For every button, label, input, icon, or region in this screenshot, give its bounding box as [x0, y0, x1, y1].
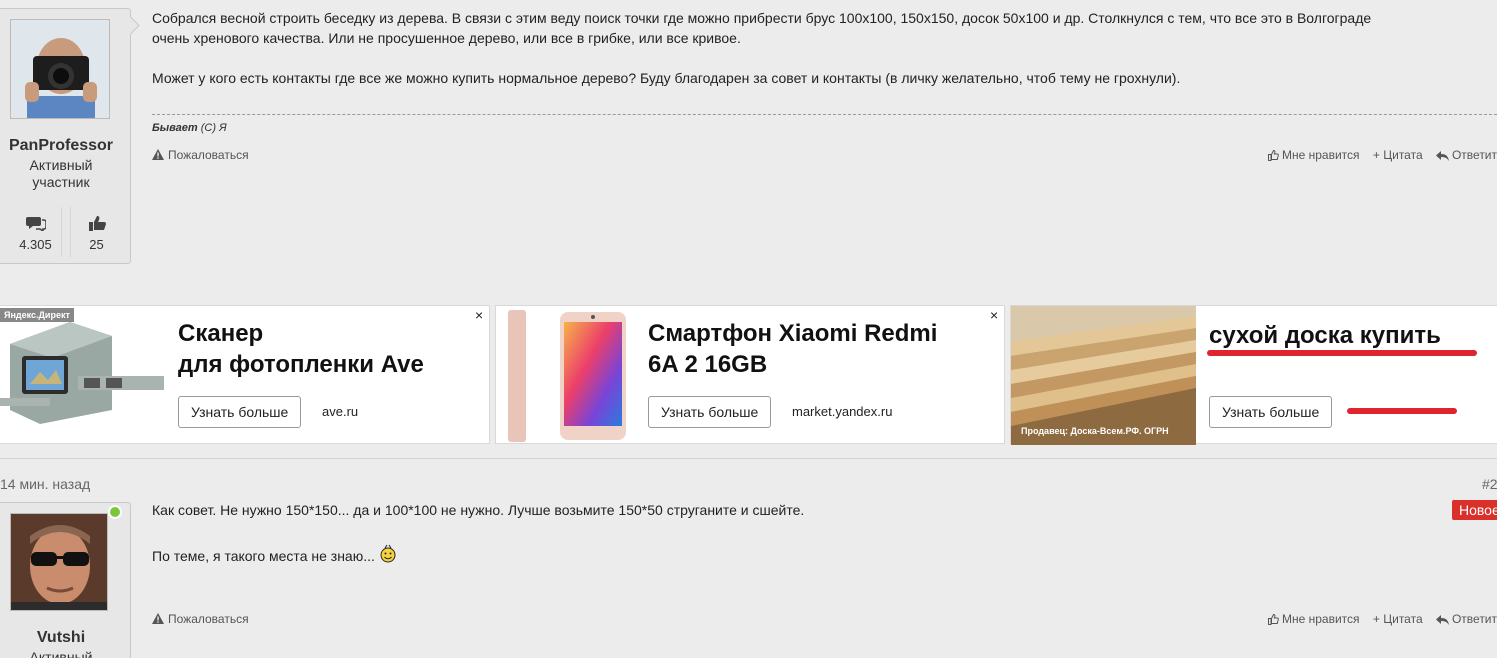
user-stats: 4.305 25: [0, 207, 122, 259]
report-label-2: Пожаловаться: [168, 612, 249, 626]
quote-button-2[interactable]: + Цитата: [1373, 612, 1423, 626]
likes-stat[interactable]: 25: [70, 207, 122, 257]
signature: Бывает (С) Я: [152, 122, 227, 134]
like-button[interactable]: Мне нравится: [1268, 148, 1360, 162]
online-status-icon: [108, 505, 122, 519]
reply-label: Ответить: [1451, 148, 1497, 162]
post-2-body: Как совет. Не нужно 150*150... да и 100*…: [152, 500, 804, 566]
ad-3-domain-redacted: [1347, 408, 1457, 414]
ad-3-seller: Продавец: Доска-Всем.РФ. ОГРН: [1021, 426, 1169, 436]
avatar[interactable]: [10, 19, 110, 119]
new-badge: Новое: [1452, 500, 1497, 520]
post-1-body: Собрался весной строить беседку из дерев…: [152, 8, 1371, 88]
user-info-panel-2: Vutshi Активный: [0, 502, 131, 658]
comments-icon: [26, 217, 46, 231]
post-2-text-line2: По теме, я такого места не знаю...: [152, 548, 375, 564]
like-label-2: Мне нравится: [1282, 612, 1360, 626]
post-2-text-line1: Как совет. Не нужно 150*150... да и 100*…: [152, 502, 805, 518]
quote-label-2: + Цитата: [1372, 612, 1423, 626]
ad-3-learn-more-button[interactable]: Узнать больше: [1209, 396, 1333, 428]
post-1: PanProfessor Активный участник 4.305 25: [0, 0, 1497, 280]
reply-icon: [1435, 151, 1449, 161]
report-link[interactable]: Пожаловаться: [152, 148, 249, 162]
avatar-photo-icon: [11, 20, 109, 118]
post-1-text-line3: Может у кого есть контакты где все же мо…: [152, 70, 1181, 86]
reply-label-2: Ответить: [1451, 612, 1497, 626]
signature-bold: Бывает: [152, 122, 198, 134]
ad-3[interactable]: Продавец: Доска-Всем.РФ. ОГРН сухой доск…: [1010, 305, 1497, 445]
ad-1-title-line2: для фотопленки Ave: [178, 351, 424, 378]
reply-button[interactable]: Ответить: [1435, 148, 1497, 162]
thumbs-up-icon: [89, 216, 106, 231]
reply-icon: [1435, 615, 1449, 625]
signature-rest: (С) Я: [197, 122, 227, 134]
ad-3-title-underline: [1207, 350, 1477, 356]
ad-1-title-line1: Сканер: [178, 320, 264, 347]
user-role: Активный участник: [0, 157, 122, 191]
yandex-direct-label: Яндекс.Директ: [0, 308, 74, 322]
post-2-number[interactable]: #2: [1482, 476, 1497, 492]
user-info-panel: PanProfessor Активный участник 4.305 25: [0, 8, 131, 264]
user-role-2: Активный: [29, 649, 93, 658]
quote-label: + Цитата: [1372, 148, 1423, 162]
messages-count: 4.305: [19, 237, 52, 252]
post-1-text-line2: очень хренового качества. Или не просуше…: [152, 30, 741, 46]
ad-1-close-icon[interactable]: ×: [475, 308, 483, 322]
reply-button-2[interactable]: Ответить: [1435, 612, 1497, 626]
signature-divider: [152, 114, 1497, 115]
post-2-actions: Мне нравится + Цитата Ответить: [1268, 612, 1497, 626]
like-button-2[interactable]: Мне нравится: [1268, 612, 1360, 626]
ad-1-domain[interactable]: ave.ru: [322, 404, 358, 419]
report-link-2[interactable]: Пожаловаться: [152, 612, 249, 626]
ad-1[interactable]: Яндекс.Директ Сканер для фотопленки Ave …: [0, 305, 490, 444]
smartphone-image: [508, 310, 626, 442]
ad-2-title-line2: 6A 2 16GB: [648, 351, 768, 378]
avatar-photo-icon: [11, 514, 107, 610]
ad-2-domain[interactable]: market.yandex.ru: [792, 404, 892, 419]
warning-icon: [152, 613, 164, 624]
post-1-actions: Мне нравится + Цитата Ответить: [1268, 148, 1497, 162]
thumbs-up-icon: [1268, 613, 1279, 625]
ad-3-title[interactable]: сухой доска купить: [1209, 320, 1441, 351]
ad-2[interactable]: Смартфон Xiaomi Redmi 6A 2 16GB Узнать б…: [495, 305, 1005, 444]
post-1-text-line1: Собрался весной строить беседку из дерев…: [152, 10, 1372, 26]
post-2-time[interactable]: 14 мин. назад: [0, 476, 90, 492]
username[interactable]: PanProfessor: [0, 137, 122, 155]
ad-2-title-line1: Смартфон Xiaomi Redmi: [648, 320, 938, 347]
smiley-icon: [380, 544, 396, 563]
ad-2-close-icon[interactable]: ×: [990, 308, 998, 322]
user-role-line2: участник: [32, 174, 90, 190]
like-label: Мне нравится: [1282, 148, 1360, 162]
username-2[interactable]: Vutshi: [0, 629, 122, 647]
post-separator: [0, 458, 1497, 459]
ad-block: Яндекс.Директ Сканер для фотопленки Ave …: [0, 305, 1497, 445]
thumbs-up-icon: [1268, 149, 1279, 161]
film-scanner-image: [0, 314, 166, 434]
likes-count: 25: [89, 237, 104, 252]
quote-button[interactable]: + Цитата: [1373, 148, 1423, 162]
ad-2-title[interactable]: Смартфон Xiaomi Redmi 6A 2 16GB: [648, 318, 937, 380]
post-2-text-line2-row: По теме, я такого места не знаю...: [152, 544, 804, 566]
user-role-line1: Активный: [29, 157, 93, 173]
ad-1-title[interactable]: Сканер для фотопленки Ave: [178, 318, 424, 380]
warning-icon: [152, 149, 164, 160]
lumber-planks-image: [1011, 306, 1196, 445]
ad-2-learn-more-button[interactable]: Узнать больше: [648, 396, 772, 428]
ad-1-learn-more-button[interactable]: Узнать больше: [178, 396, 302, 428]
avatar-2[interactable]: [10, 513, 108, 611]
report-label: Пожаловаться: [168, 148, 249, 162]
messages-stat[interactable]: 4.305: [10, 207, 62, 257]
